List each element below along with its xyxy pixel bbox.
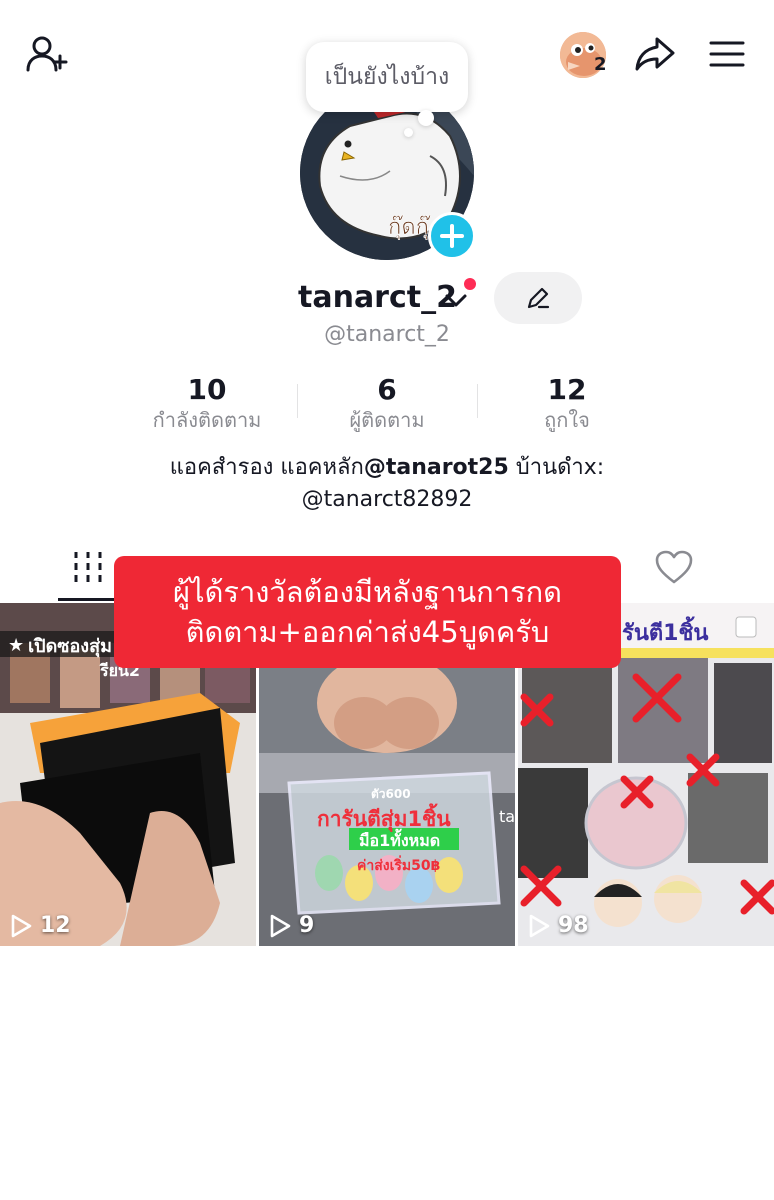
bio-suffix: บ้านดำx: bbox=[508, 455, 605, 480]
add-avatar-plus-button[interactable] bbox=[428, 212, 476, 260]
svg-text:★: ★ bbox=[8, 635, 24, 656]
stat-divider bbox=[477, 384, 478, 418]
username-row: tanarct_2 bbox=[0, 276, 774, 326]
bio-line-2[interactable]: @tanarct82892 bbox=[0, 484, 774, 516]
stat-divider bbox=[297, 384, 298, 418]
stat-followers-label: ผู้ติดตาม bbox=[349, 408, 425, 432]
play-icon bbox=[270, 914, 291, 937]
share-icon[interactable] bbox=[632, 34, 678, 74]
view-count-value: 98 bbox=[558, 913, 589, 938]
chevron-down-icon[interactable] bbox=[444, 290, 468, 312]
view-count-value: 9 bbox=[299, 913, 315, 938]
profile-stats: 10 กำลังติดตาม 6 ผู้ติดตาม 12 ถูกใจ bbox=[0, 374, 774, 444]
username[interactable]: tanarct_2 bbox=[298, 280, 457, 315]
status-bubble[interactable]: เป็นยังไงบ้าง bbox=[306, 42, 468, 112]
bubble-tail-dot bbox=[418, 110, 434, 126]
add-user-icon[interactable] bbox=[24, 34, 70, 74]
user-handle: @tanarct_2 bbox=[324, 322, 450, 347]
stat-likes-value: 12 bbox=[547, 373, 587, 406]
heart-icon bbox=[655, 550, 693, 584]
video-overlay-text: เปิดซองสุ่ม bbox=[28, 636, 112, 657]
video-overlay-text: ค่าส่งเริ่ม50฿ bbox=[357, 858, 441, 874]
bio-mention[interactable]: @tanarot25 bbox=[364, 455, 509, 480]
banner-line-2: ติดตาม+ออกค่าส่ง45บูดครับ bbox=[185, 615, 550, 649]
bio-line-1: แอคสำรอง แอคหลัก@tanarot25 บ้านดำx: bbox=[0, 452, 774, 484]
bio-prefix: แอคสำรอง แอคหลัก bbox=[169, 455, 364, 480]
stat-following[interactable]: 10 กำลังติดตาม bbox=[117, 374, 297, 434]
svg-text:กุ๊ดกุ๊: กุ๊ดกุ๊ bbox=[388, 215, 431, 240]
video-watermark: tanarct82892 bbox=[499, 807, 515, 826]
menu-icon[interactable] bbox=[706, 36, 748, 72]
unread-dot bbox=[464, 278, 476, 290]
play-icon bbox=[11, 914, 32, 937]
stat-likes-label: ถูกใจ bbox=[544, 408, 590, 432]
edit-profile-button[interactable] bbox=[494, 272, 582, 324]
stat-followers-value: 6 bbox=[377, 373, 397, 406]
video-overlay-text: รันตี1ชิ้น bbox=[622, 621, 709, 646]
announcement-banner: ผู้ได้รางวัลต้องมีหลังฐานการกด ติดตาม+ออ… bbox=[114, 556, 621, 668]
video-overlay-text: ตัว600 bbox=[371, 787, 411, 801]
notification-count: 2 bbox=[594, 54, 607, 75]
edit-icon bbox=[527, 287, 550, 309]
profile-bio: แอคสำรอง แอคหลัก@tanarot25 บ้านดำx: @tan… bbox=[0, 452, 774, 516]
view-count: 9 bbox=[269, 913, 314, 938]
play-icon bbox=[529, 914, 550, 937]
video-overlay-text: มือ1ทั้งหมด bbox=[359, 831, 441, 850]
active-tab-indicator bbox=[58, 598, 122, 601]
stat-following-value: 10 bbox=[187, 373, 227, 406]
stat-likes[interactable]: 12 ถูกใจ bbox=[477, 374, 657, 434]
tab-liked[interactable] bbox=[604, 536, 744, 598]
bubble-tail-dot-small bbox=[404, 128, 413, 137]
stat-followers[interactable]: 6 ผู้ติดตาม bbox=[297, 374, 477, 434]
view-count-value: 12 bbox=[40, 913, 71, 938]
view-count: 12 bbox=[10, 913, 71, 938]
banner-line-1: ผู้ได้รางวัลต้องมีหลังฐานการกด bbox=[173, 575, 562, 609]
view-count: 98 bbox=[528, 913, 589, 938]
stat-following-label: กำลังติดตาม bbox=[152, 408, 262, 432]
grid-icon bbox=[74, 552, 102, 582]
